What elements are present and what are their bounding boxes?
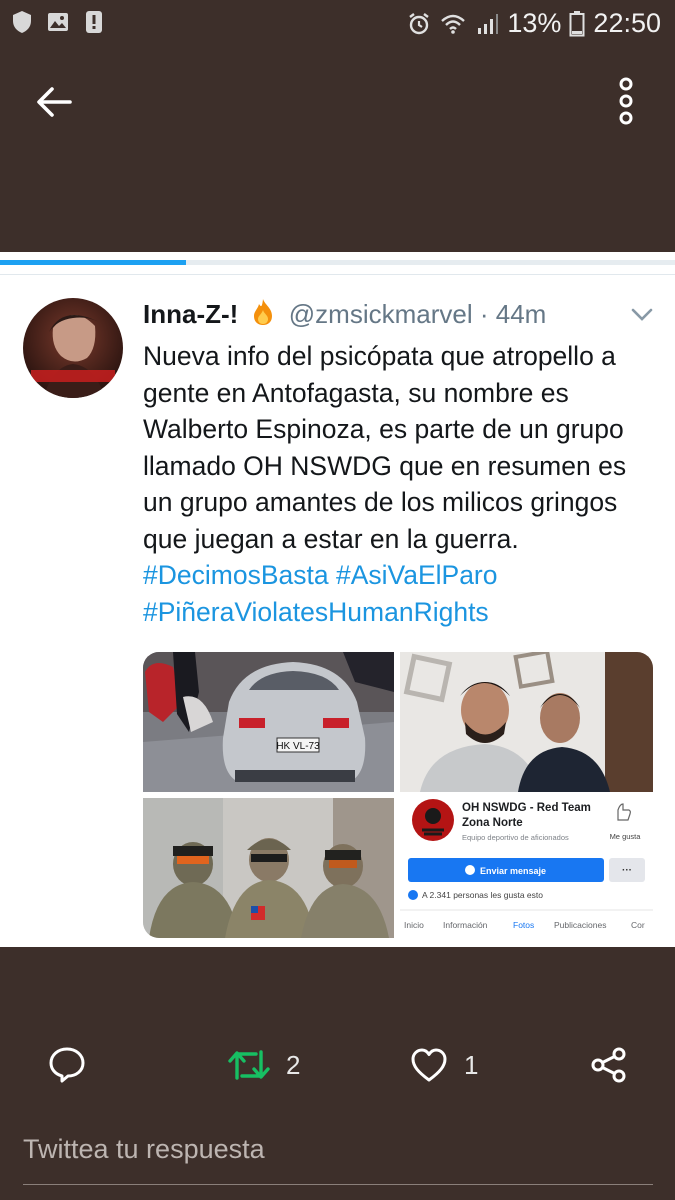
reply-icon [49, 1047, 85, 1083]
retweet-button[interactable]: 2 [228, 1030, 300, 1100]
status-bar: 13% 22:50 [0, 0, 675, 46]
reply-underline [23, 1184, 653, 1185]
divider [0, 274, 675, 275]
share-button[interactable] [590, 1030, 628, 1100]
more-options-icon[interactable] [608, 76, 644, 126]
fb-page-name-line1: OH NSWDG - Red Team [462, 802, 591, 814]
image-icon [48, 13, 68, 31]
tweet-text-line: Walberto Espinoza, es parte de un grupo [143, 414, 624, 444]
clock: 22:50 [593, 8, 661, 38]
fb-more-label: ··· [622, 865, 632, 876]
user-handle[interactable]: @zmsickmarvel [289, 299, 473, 329]
back-arrow-icon[interactable] [32, 80, 76, 124]
alarm-icon [409, 12, 430, 34]
tweet-actions: 2 1 [0, 1030, 675, 1100]
tweet-text: Nueva info del psicópata que atropello a… [143, 338, 663, 630]
alert-icon [86, 11, 102, 33]
fb-page-category: Equipo deportivo de aficionados [462, 833, 569, 842]
reply-input[interactable]: Twittea tu respuesta [23, 1134, 653, 1186]
shield-icon [13, 11, 31, 33]
retweet-count: 2 [286, 1049, 301, 1080]
heart-icon [411, 1048, 447, 1082]
fb-tab-fotos: Fotos [513, 920, 534, 930]
media-photo-soldiers[interactable] [143, 798, 394, 938]
media-photo-two-men[interactable] [400, 652, 653, 792]
reply-placeholder: Twittea tu respuesta [23, 1134, 265, 1164]
separator-dot: · [479, 299, 489, 329]
retweet-icon [228, 1050, 270, 1080]
tweet-text-line: gente en Antofagasta, su nombre es [143, 377, 569, 408]
tweet-text-line: llamado OH NSWDG que en resumen es [143, 450, 627, 481]
like-button[interactable]: 1 [410, 1030, 478, 1100]
fire-emoji-icon [253, 299, 272, 325]
loading-progress-fill [0, 260, 186, 265]
media-grid: HK VL-73 OH NSWDG - Red Team Zona Norte … [143, 652, 653, 938]
tweet-text-line: Nueva info del psicópata que atropello a [143, 341, 616, 371]
chevron-down-icon[interactable] [631, 308, 653, 322]
fb-tab-publicaciones: Publicaciones [554, 920, 606, 930]
hashtag-link[interactable]: #PiñeraViolatesHumanRights [143, 597, 489, 627]
tweet-header: Inna-Z-! @zmsickmarvel · 44m [143, 298, 663, 332]
share-icon [591, 1047, 626, 1083]
media-photo-car[interactable]: HK VL-73 [143, 652, 394, 792]
hashtag-link[interactable]: #DecimosBasta [143, 560, 329, 590]
wifi-icon [441, 14, 466, 34]
fb-tab-more: Cor [631, 920, 645, 930]
hashtag-link[interactable]: #AsiVaElParo [336, 560, 498, 590]
avatar[interactable] [23, 298, 123, 398]
fb-tab-informacion: Información [443, 920, 488, 930]
display-name[interactable]: Inna-Z-! [143, 299, 238, 329]
loading-progress-bar [0, 260, 675, 265]
timestamp: 44m [495, 299, 547, 329]
signal-icon [478, 13, 499, 34]
fb-tab-inicio: Inicio [404, 920, 424, 930]
reply-button[interactable] [48, 1030, 86, 1100]
battery-percentage: 13% [507, 8, 562, 38]
app-header [0, 46, 675, 252]
tweet-text-line: un grupo amantes de los milicos gringos [143, 487, 618, 517]
media-photo-facebook-page[interactable]: OH NSWDG - Red Team Zona Norte Equipo de… [400, 798, 653, 938]
fb-likes-text: A 2.341 personas les gusta esto [422, 890, 543, 900]
license-plate-text: HK VL-73 [276, 741, 320, 752]
tweet-card[interactable]: Inna-Z-! @zmsickmarvel · 44m Nueva info … [0, 252, 675, 947]
fb-message-label: Enviar mensaje [480, 866, 546, 876]
battery-icon [569, 10, 585, 36]
tweet-text-line: que juegan a estar en la guerra. [143, 523, 519, 554]
fb-page-name-line2: Zona Norte [462, 817, 523, 829]
fb-like-label: Me gusta [610, 832, 642, 841]
like-count: 1 [464, 1049, 479, 1080]
